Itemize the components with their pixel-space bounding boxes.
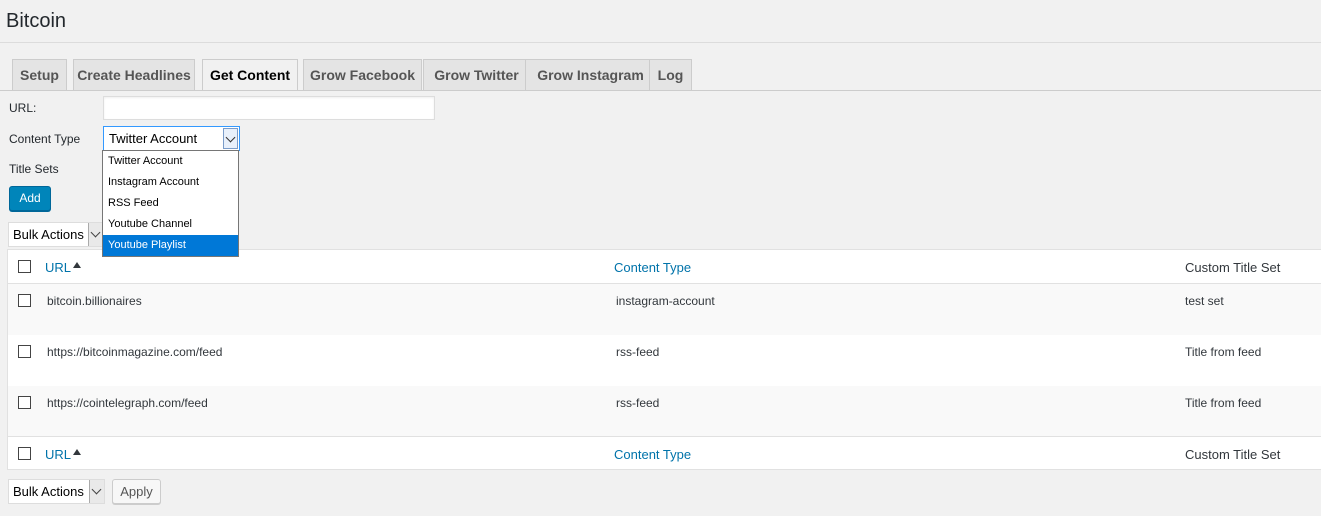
tab-grow-instagram[interactable]: Grow Instagram: [525, 59, 656, 90]
row-content-type: instagram-account: [616, 294, 715, 308]
row-title-set: Title from feed: [1185, 345, 1262, 359]
row-url: https://cointelegraph.com/feed: [47, 396, 208, 410]
content-type-label: Content Type: [9, 132, 81, 146]
tab-grow-facebook[interactable]: Grow Facebook: [303, 59, 422, 90]
page-title: Bitcoin: [6, 10, 67, 32]
table-footer: URL Content Type Custom Title Set: [8, 436, 1321, 471]
bulk-actions-label: Bulk Actions: [13, 227, 84, 242]
option-rss-feed[interactable]: RSS Feed: [103, 193, 238, 214]
option-youtube-channel[interactable]: Youtube Channel: [103, 214, 238, 235]
bulk-actions-select-bottom[interactable]: Bulk Actions: [8, 479, 105, 504]
tabs-divider: [0, 90, 1321, 91]
select-all-checkbox[interactable]: [18, 260, 31, 273]
add-button[interactable]: Add: [9, 186, 51, 211]
row-url: bitcoin.billionaires: [47, 294, 142, 308]
tab-get-content[interactable]: Get Content: [202, 59, 298, 91]
column-url[interactable]: URL: [45, 260, 71, 275]
bulk-actions-select-top[interactable]: Bulk Actions: [8, 222, 104, 247]
row-checkbox[interactable]: [18, 396, 31, 409]
apply-button[interactable]: Apply: [112, 479, 161, 504]
chevron-down-icon[interactable]: [89, 480, 104, 503]
row-content-type: rss-feed: [616, 396, 660, 410]
content-table: URL Content Type Custom Title Set bitcoi…: [7, 249, 1321, 470]
content-type-value: Twitter Account: [109, 131, 198, 146]
chevron-down-icon[interactable]: [88, 223, 103, 246]
row-checkbox[interactable]: [18, 345, 31, 358]
row-title-set: Title from feed: [1185, 396, 1262, 410]
content-type-select[interactable]: Twitter Account: [103, 126, 240, 151]
column-url-footer[interactable]: URL: [45, 447, 71, 462]
option-instagram-account[interactable]: Instagram Account: [103, 172, 238, 193]
table-row: https://bitcoinmagazine.com/feed rss-fee…: [8, 335, 1321, 386]
title-sets-label: Title Sets: [9, 162, 59, 176]
title-divider: [0, 42, 1321, 43]
column-custom-title-set: Custom Title Set: [1185, 260, 1281, 275]
sort-ascending-icon[interactable]: [73, 262, 81, 268]
column-content-type[interactable]: Content Type: [614, 260, 691, 275]
option-youtube-playlist[interactable]: Youtube Playlist: [103, 235, 238, 256]
sort-ascending-icon[interactable]: [73, 449, 81, 455]
url-input[interactable]: [103, 96, 435, 120]
tab-log[interactable]: Log: [649, 59, 692, 90]
bulk-actions-label-bottom: Bulk Actions: [13, 484, 84, 499]
row-checkbox[interactable]: [18, 294, 31, 307]
content-type-dropdown: Twitter Account Instagram Account RSS Fe…: [102, 150, 239, 257]
column-content-type-footer[interactable]: Content Type: [614, 447, 691, 462]
row-content-type: rss-feed: [616, 345, 660, 359]
select-all-checkbox-footer[interactable]: [18, 447, 31, 460]
column-custom-title-set-footer: Custom Title Set: [1185, 447, 1281, 462]
option-twitter-account[interactable]: Twitter Account: [103, 151, 238, 172]
tab-create-headlines[interactable]: Create Headlines: [73, 59, 195, 90]
url-label: URL:: [9, 101, 37, 115]
tab-grow-twitter[interactable]: Grow Twitter: [423, 59, 530, 90]
chevron-down-icon[interactable]: [223, 128, 238, 149]
row-url: https://bitcoinmagazine.com/feed: [47, 345, 223, 359]
row-title-set: test set: [1185, 294, 1224, 308]
table-row: bitcoin.billionaires instagram-account t…: [8, 284, 1321, 335]
table-row: https://cointelegraph.com/feed rss-feed …: [8, 386, 1321, 436]
tab-setup[interactable]: Setup: [12, 59, 67, 90]
